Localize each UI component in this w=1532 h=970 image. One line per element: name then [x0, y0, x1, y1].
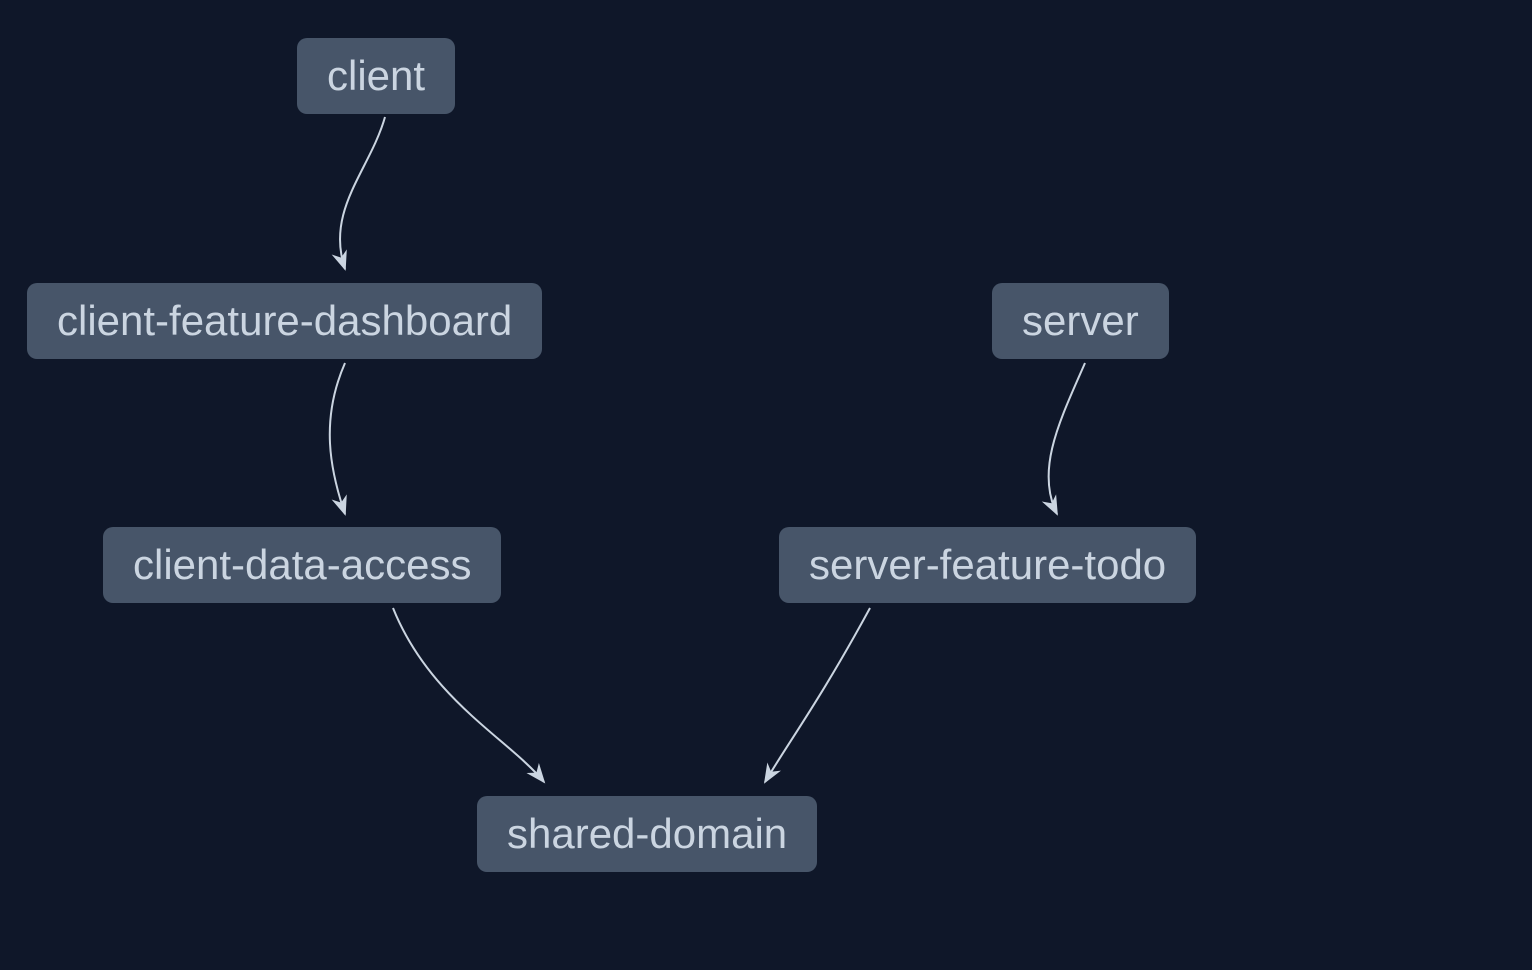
node-shared-domain: shared-domain: [477, 796, 817, 872]
node-server-feature-todo: server-feature-todo: [779, 527, 1196, 603]
edge-data-access-to-shared-domain: [393, 608, 544, 782]
edge-feature-todo-to-shared-domain: [765, 608, 870, 782]
edge-client-to-dashboard: [340, 117, 385, 269]
node-client: client: [297, 38, 455, 114]
node-client-feature-dashboard: client-feature-dashboard: [27, 283, 542, 359]
edge-dashboard-to-data-access: [330, 363, 345, 514]
node-client-data-access: client-data-access: [103, 527, 501, 603]
node-server: server: [992, 283, 1169, 359]
edge-server-to-feature-todo: [1049, 363, 1085, 514]
